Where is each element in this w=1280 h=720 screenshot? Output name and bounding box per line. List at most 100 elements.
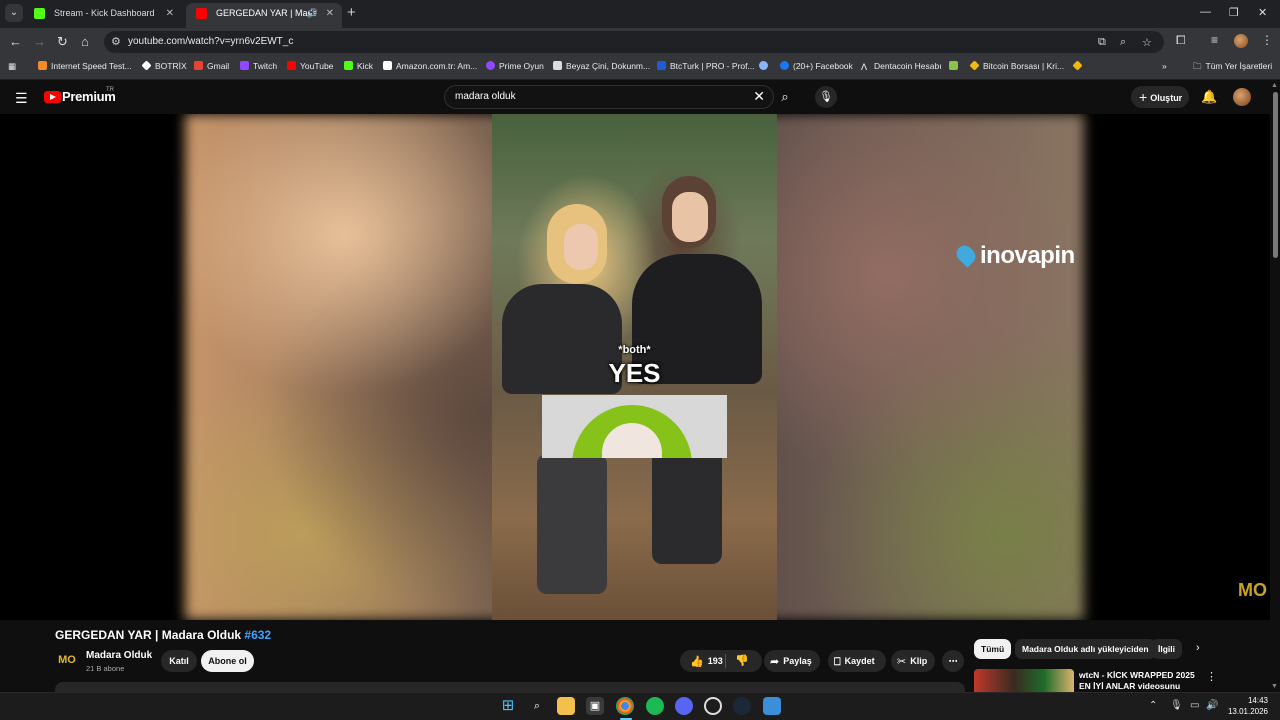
amazon-icon [383,61,392,70]
reload-icon[interactable]: ↻ [57,34,68,50]
share-button[interactable]: ➦ Paylaş [764,650,820,672]
minimize-icon[interactable]: — [1200,6,1211,18]
url-text[interactable]: youtube.com/watch?v=yrn6v2EWT_c [128,36,293,47]
spotify-icon[interactable] [646,697,664,715]
bookmark-binance-2[interactable] [1072,60,1086,71]
speaker-icon[interactable]: 🔊 [307,3,318,24]
scrollbar-thumb[interactable] [1273,92,1278,258]
site-info-icon[interactable]: ⚙ [111,35,121,48]
notifications-bell-icon[interactable]: 🔔 [1201,89,1217,105]
clip-button[interactable]: ✂ Klip [891,650,935,672]
volume-icon[interactable]: 🔊 [1206,700,1218,711]
network-icon[interactable]: ▭ [1190,700,1199,711]
channel-name[interactable]: Madara Olduk [86,650,152,661]
microphone-icon[interactable]: 🎙 [1170,700,1183,711]
account-avatar[interactable] [1233,88,1251,106]
chip-all[interactable]: Tümü [974,639,1012,659]
steam-icon[interactable] [733,697,751,715]
bookmark-beyaz-cini[interactable]: Beyaz Çini, Dokunm... [553,61,650,71]
youtube-icon [287,61,296,70]
subscribe-button[interactable]: Abone ol [201,650,254,672]
system-clock[interactable]: 14:43 13.01.2026 [1224,695,1268,717]
all-bookmarks-folder[interactable]: 🗀 Tüm Yer İşaretleri [1193,61,1272,75]
more-actions-button[interactable]: ⋯ [942,650,964,672]
bookmark-dentacoin[interactable]: Λ Dentacoin Hesabı [861,61,942,72]
app-icon[interactable] [704,697,722,715]
globe-icon [759,61,768,70]
page-scrollbar[interactable]: ▲ ▼ [1270,80,1280,692]
save-button[interactable]: ⎕ Kaydet [828,650,886,672]
voice-search-icon[interactable]: 🎙 [815,86,837,108]
search-icon[interactable]: ⌕ [528,697,546,715]
plus-icon: + [1139,89,1148,105]
discord-icon[interactable] [675,697,693,715]
bookmarks-bar: ▦ Internet Speed Test... BOTRİX Gmail Tw… [0,56,1280,80]
photos-icon[interactable] [763,697,781,715]
create-button[interactable]: + Oluştur [1131,86,1189,108]
store-icon[interactable]: ▣ [586,697,604,715]
search-button[interactable]: ⌕ [774,85,796,109]
recommendation-title[interactable]: wtcN - KİCK WRAPPED 2025 EN İYİ ANLAR vi… [1079,670,1204,692]
bookmark-btcturk[interactable]: BtcTurk | PRO - Prof... [657,61,755,71]
bookmark-facebook[interactable]: (20+) Facebook [780,61,853,71]
tab-search-button[interactable]: ⌄ [5,4,23,22]
media-controls-icon[interactable]: ≡ [1211,33,1218,47]
search-box[interactable]: madara olduk ✕ [444,85,774,109]
chip-related[interactable]: İlgili [1151,639,1182,659]
channel-avatar[interactable]: MO [57,650,77,670]
close-tab-icon[interactable]: ✕ [326,3,334,24]
recommendation-menu-icon[interactable]: ⋮ [1206,670,1217,683]
scroll-down-icon[interactable]: ▼ [1271,683,1278,690]
address-bar[interactable]: ⚙ youtube.com/watch?v=yrn6v2EWT_c ⧉ ⌕ ☆ [104,31,1164,53]
install-app-icon[interactable]: ⧉ [1098,36,1106,49]
bookmark-speed-test[interactable]: Internet Speed Test... [38,61,132,71]
chip-from-uploader[interactable]: Madara Olduk adlı yükleyiciden [1015,639,1156,659]
caption-big: YES [608,358,661,388]
more-bookmarks-icon[interactable]: » [1162,61,1167,71]
recommendation-thumbnail[interactable] [974,669,1074,692]
profile-avatar[interactable] [1234,34,1248,48]
bookmark-amazon[interactable]: Amazon.com.tr: Am... [383,61,477,71]
bookmark-twitch[interactable]: Twitch [240,61,277,71]
channel-watermark[interactable]: MO [1238,580,1267,601]
chrome-icon[interactable] [616,697,634,715]
home-icon[interactable]: ⌂ [81,34,89,50]
bookmark-youtube[interactable]: YouTube [287,61,333,71]
zoom-icon[interactable]: ⌕ [1120,36,1126,49]
dislike-button[interactable]: 👎 [735,650,749,672]
apps-icon[interactable]: ▦ [8,61,16,72]
youtube-logo-icon[interactable] [44,91,61,103]
close-window-icon[interactable]: ✕ [1258,6,1267,19]
bookmark-botrix[interactable]: BOTRİX [141,60,187,71]
bookmark-unnamed-2[interactable] [949,61,962,71]
browser-tab-strip: ⌄ Stream - Kick Dashboard ✕ GERGEDAN YAR… [0,0,1280,28]
browser-menu-icon[interactable]: ⋮ [1261,33,1273,47]
join-button[interactable]: Katıl [161,650,197,672]
hashtag-link[interactable]: #632 [244,628,271,642]
bookmark-unnamed[interactable] [759,61,772,71]
file-explorer-icon[interactable] [557,697,575,715]
tray-overflow-icon[interactable]: ⌃ [1149,700,1157,711]
bookmark-kick[interactable]: Kick [344,61,373,71]
clear-search-icon[interactable]: ✕ [753,88,765,105]
restore-icon[interactable]: ❐ [1229,6,1239,19]
scroll-up-icon[interactable]: ▲ [1271,82,1278,89]
search-input[interactable]: madara olduk [455,91,516,102]
bookmark-binance[interactable]: Bitcoin Borsası | Kri... [969,60,1064,71]
bookmark-star-icon[interactable]: ☆ [1142,36,1152,49]
back-icon[interactable]: ← [9,34,22,50]
extensions-icon[interactable]: ⧠ [1176,33,1186,48]
new-tab-button[interactable]: + [347,4,356,22]
video-player[interactable]: *both* YES inovapin MO [0,114,1270,620]
bookmark-gmail[interactable]: Gmail [194,61,229,71]
menu-icon[interactable]: ☰ [15,90,28,107]
like-button[interactable]: 👍 193 [690,656,723,668]
bookmark-prime-gaming[interactable]: Prime Oyun [486,61,544,71]
description-box[interactable] [55,682,965,692]
tab-youtube-video[interactable]: GERGEDAN YAR | Madara Olduk 🔊 ✕ [186,3,342,28]
chevron-right-icon[interactable]: › [1196,642,1200,654]
tab-kick-dashboard[interactable]: Stream - Kick Dashboard ✕ [24,3,182,28]
start-icon[interactable]: ⊞ [499,697,517,715]
forward-icon[interactable]: → [33,34,46,50]
close-tab-icon[interactable]: ✕ [166,3,174,24]
